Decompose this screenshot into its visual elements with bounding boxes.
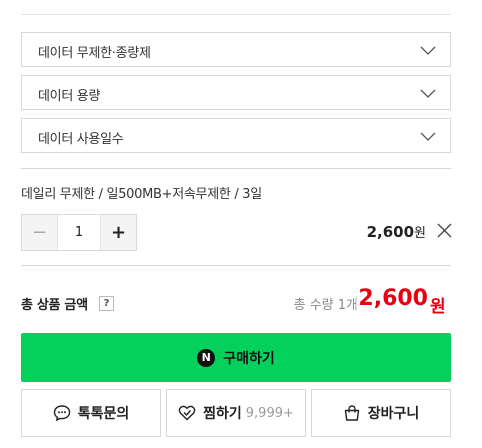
total-price-value: 2,600 (358, 286, 428, 311)
quantity-stepper: − 1 + (21, 214, 137, 251)
talk-inquiry-button[interactable]: 톡톡문의 (21, 389, 161, 437)
vertical-divider (356, 296, 357, 310)
select-label: 데이터 용량 (38, 89, 101, 104)
top-divider (21, 14, 451, 15)
heart-icon (178, 405, 196, 421)
total-price-unit: 원 (430, 297, 446, 317)
select-data-plan-type[interactable]: 데이터 무제한·종량제 (21, 32, 451, 67)
option-price-value: 2,600 (366, 223, 415, 241)
select-label: 데이터 무제한·종량제 (38, 46, 151, 61)
cart-label: 장바구니 (367, 406, 420, 422)
wish-button[interactable]: 찜하기 9,999+ (166, 389, 306, 437)
select-data-capacity[interactable]: 데이터 용량 (21, 75, 451, 110)
buy-label: 구매하기 (223, 350, 275, 367)
selected-option-name: 데일리 무제한 / 일500MB+저속무제한 / 3일 (21, 187, 262, 202)
help-button[interactable]: ? (99, 296, 114, 311)
total-divider (21, 265, 451, 266)
quantity-decrease-button[interactable]: − (22, 215, 58, 250)
naver-n-icon: N (197, 348, 216, 367)
quantity-value[interactable]: 1 (58, 215, 100, 250)
total-price-label: 총 상품 금액 (21, 298, 88, 313)
option-price-unit: 원 (414, 226, 426, 241)
chevron-down-icon (420, 89, 436, 98)
talk-inquiry-label: 톡톡문의 (77, 406, 130, 422)
close-icon[interactable] (437, 223, 452, 238)
option-price: 2,600원 (367, 222, 426, 241)
select-data-days[interactable]: 데이터 사용일수 (21, 118, 451, 153)
select-label: 데이터 사용일수 (38, 132, 124, 147)
wish-label: 찜하기 (203, 406, 242, 422)
buy-button[interactable]: N 구매하기 (21, 333, 451, 382)
quantity-increase-button[interactable]: + (100, 215, 136, 250)
bag-icon (344, 405, 359, 421)
wish-count: 9,999+ (245, 405, 294, 421)
chat-icon (53, 405, 70, 422)
option-divider (21, 168, 451, 169)
total-quantity: 총 수량 1개 (293, 298, 358, 313)
cart-button[interactable]: 장바구니 (311, 389, 451, 437)
chevron-down-icon (420, 132, 436, 141)
chevron-down-icon (420, 46, 436, 55)
